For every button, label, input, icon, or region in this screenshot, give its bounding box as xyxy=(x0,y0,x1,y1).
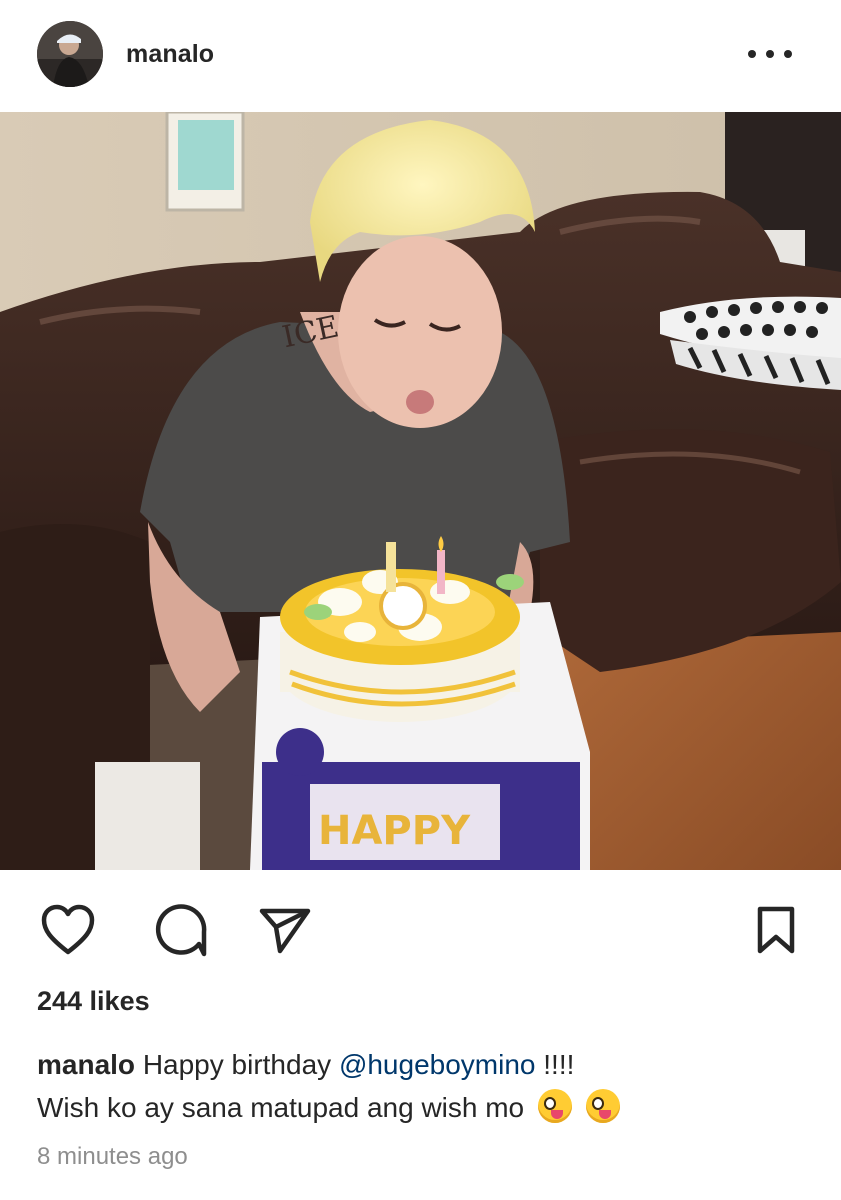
comment-button[interactable] xyxy=(150,900,210,960)
caption-mention[interactable]: @hugeboymino xyxy=(339,1049,536,1080)
comment-icon xyxy=(155,904,207,957)
send-icon xyxy=(259,908,311,954)
more-dot-icon xyxy=(766,50,774,58)
zany-face-emoji-icon xyxy=(537,1089,572,1123)
caption-username[interactable]: manalo xyxy=(37,1049,135,1080)
more-options-button[interactable] xyxy=(748,44,792,64)
more-dot-icon xyxy=(784,50,792,58)
caption-second-line: Wish ko ay sana matupad ang wish mo xyxy=(37,1092,525,1123)
caption-text: Happy birthday xyxy=(142,1049,332,1080)
svg-text:HAPPY: HAPPY xyxy=(318,808,471,854)
bookmark-icon xyxy=(757,906,795,954)
post-photo[interactable]: ICE HAPPY xyxy=(0,112,841,870)
post-username[interactable]: manalo xyxy=(126,40,214,69)
caption-text-end: !!!! xyxy=(543,1049,575,1080)
save-button[interactable] xyxy=(746,900,806,960)
likes-count[interactable]: 244 likes xyxy=(37,986,150,1017)
more-dot-icon xyxy=(748,50,756,58)
avatar[interactable] xyxy=(37,21,103,87)
post-header: manalo xyxy=(0,0,841,112)
share-button[interactable] xyxy=(255,900,315,960)
like-button[interactable] xyxy=(38,900,98,960)
heart-icon xyxy=(41,904,95,955)
action-bar xyxy=(0,870,841,980)
post-caption: manalo Happy birthday @hugeboymino !!!! … xyxy=(37,1043,817,1129)
post-timestamp: 8 minutes ago xyxy=(37,1143,188,1170)
zany-face-emoji-icon xyxy=(585,1089,620,1123)
